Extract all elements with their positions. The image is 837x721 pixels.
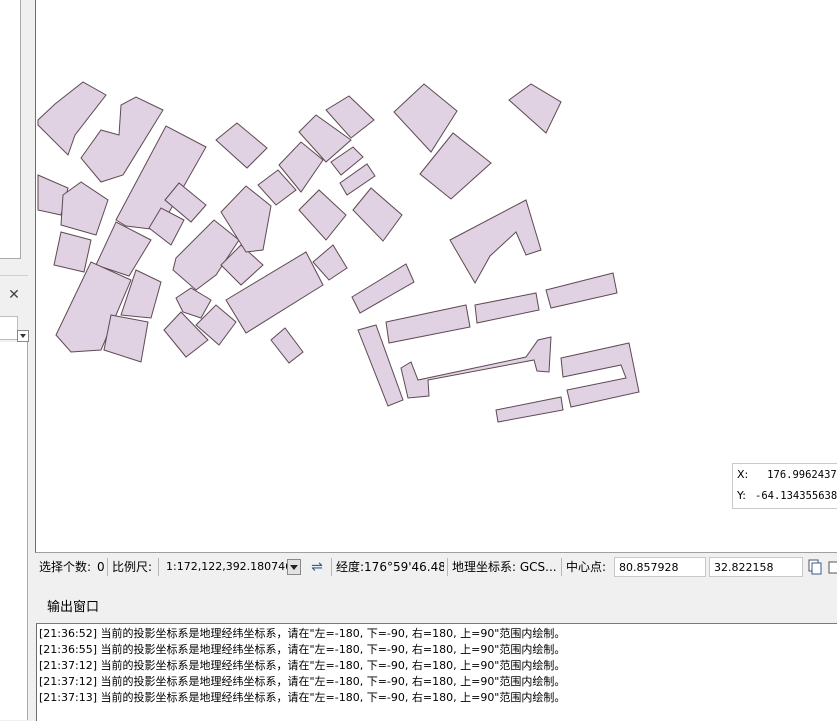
building-polygon[interactable] xyxy=(352,187,403,242)
output-log[interactable]: [21:36:52] 当前的投影坐标系是地理经纬坐标系，请在"左=-180, 下… xyxy=(36,623,837,721)
center-point-label: 中心点: xyxy=(566,560,607,574)
divider xyxy=(158,558,159,576)
paste-icon[interactable] xyxy=(827,558,837,576)
output-window-header: 输出窗口 xyxy=(36,586,837,622)
scale-input[interactable]: 1:172,122,392.180746 xyxy=(166,557,292,577)
log-line: [21:36:55] 当前的投影坐标系是地理经纬坐标系，请在"左=-180, 下… xyxy=(39,643,566,656)
swap-icon[interactable]: ⇌ xyxy=(309,557,325,577)
chevron-down-icon[interactable] xyxy=(17,330,29,342)
building-polygon[interactable] xyxy=(449,199,542,285)
building-polygon[interactable] xyxy=(495,396,564,423)
building-polygon[interactable] xyxy=(385,304,471,344)
building-polygon[interactable] xyxy=(172,219,240,291)
output-window-title[interactable]: 输出窗口 xyxy=(47,596,99,615)
panel-divider xyxy=(0,275,28,276)
building-polygon[interactable] xyxy=(400,336,552,399)
map-canvas[interactable]: X: 176.99624371649 Y: -64.1343556388564 xyxy=(35,0,837,553)
layer-panel[interactable] xyxy=(0,0,21,259)
log-line: [21:37:12] 当前的投影坐标系是地理经纬坐标系，请在"左=-180, 下… xyxy=(39,675,566,688)
coordinate-readout: X: 176.99624371649 Y: -64.1343556388564 xyxy=(732,463,837,509)
y-coordinate-row: Y: -64.1343556388564 xyxy=(733,486,837,506)
building-polygon[interactable] xyxy=(545,272,618,309)
longitude-display: 经度:176°59'46.48... xyxy=(336,560,444,574)
building-polygon[interactable] xyxy=(508,83,562,134)
selection-count-label: 选择个数: xyxy=(39,560,92,574)
log-line: [21:37:13] 当前的投影坐标系是地理经纬坐标系，请在"左=-180, 下… xyxy=(39,691,566,704)
building-polygon[interactable] xyxy=(60,181,109,236)
crs-display[interactable]: 地理坐标系: GCS... xyxy=(452,557,558,577)
left-side-panel: ✕ xyxy=(0,0,29,720)
log-line: [21:36:52] 当前的投影坐标系是地理经纬坐标系，请在"左=-180, 下… xyxy=(39,627,566,640)
divider xyxy=(107,558,108,576)
map-features xyxy=(37,81,640,423)
center-y-input[interactable]: 32.822158 xyxy=(709,557,803,577)
selection-count-value: 0 xyxy=(97,560,105,574)
building-polygon[interactable] xyxy=(163,311,209,358)
building-polygon[interactable] xyxy=(53,231,92,273)
building-polygon[interactable] xyxy=(560,342,640,408)
x-value: 176.99624371649 xyxy=(767,469,837,481)
copy-icon[interactable] xyxy=(807,558,823,576)
close-icon[interactable]: ✕ xyxy=(6,286,22,304)
y-label: Y: xyxy=(737,489,746,502)
building-polygon[interactable] xyxy=(351,263,415,314)
status-bar: 选择个数: 0 比例尺: 1:172,122,392.180746 ⇌ 经度:1… xyxy=(35,555,837,579)
x-label: X: xyxy=(737,468,749,481)
divider xyxy=(561,558,562,576)
divider xyxy=(447,558,448,576)
scale-label: 比例尺: xyxy=(112,560,153,574)
scale-dropdown-icon[interactable] xyxy=(287,559,301,575)
building-polygon[interactable] xyxy=(215,122,268,169)
x-coordinate-row: X: 176.99624371649 xyxy=(733,465,837,485)
properties-panel[interactable] xyxy=(0,342,28,720)
log-line: [21:37:12] 当前的投影坐标系是地理经纬坐标系，请在"左=-180, 下… xyxy=(39,659,566,672)
properties-field[interactable] xyxy=(0,316,18,340)
building-polygon[interactable] xyxy=(474,292,540,324)
building-polygon[interactable] xyxy=(298,189,347,241)
divider xyxy=(331,558,332,576)
building-polygon[interactable] xyxy=(120,269,162,319)
y-value: -64.1343556388564 xyxy=(755,490,837,502)
building-polygon[interactable] xyxy=(270,327,304,364)
building-polygon[interactable] xyxy=(103,314,149,363)
center-x-input[interactable]: 80.857928 xyxy=(614,557,706,577)
